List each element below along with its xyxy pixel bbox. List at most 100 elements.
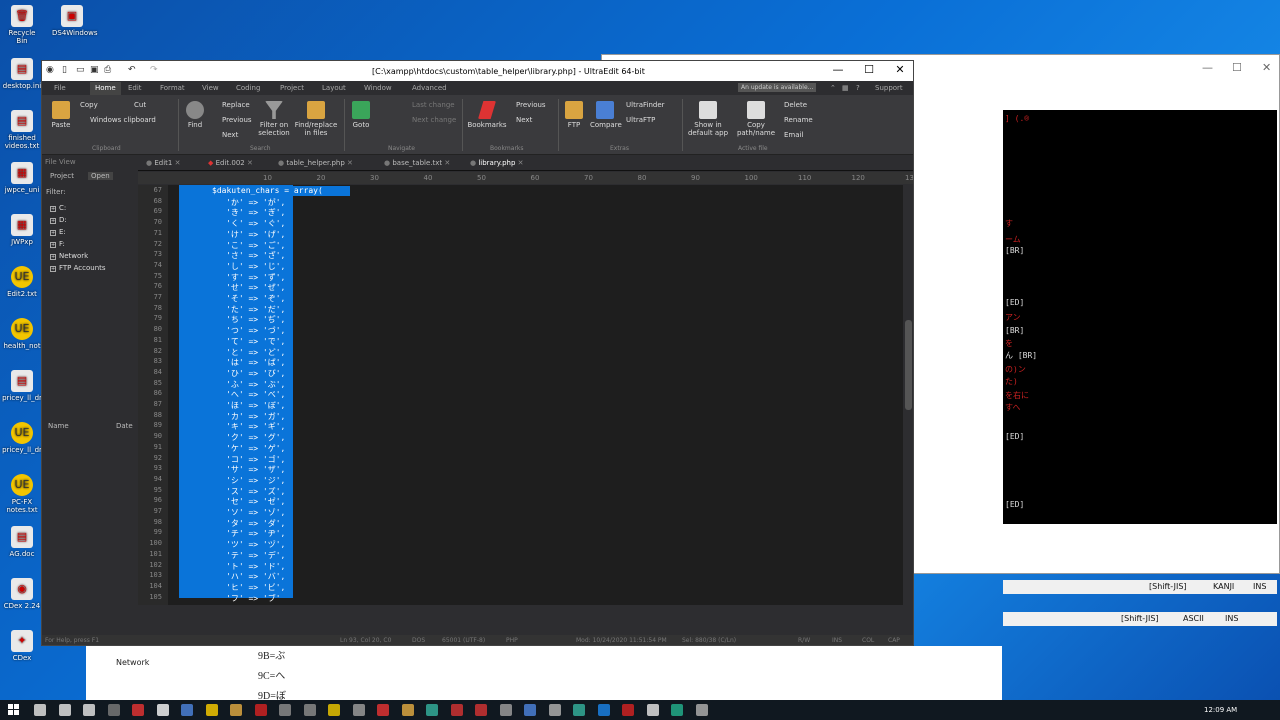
redo-icon[interactable]: ↷ (150, 65, 158, 75)
taskbar-app-icon[interactable] (377, 704, 389, 716)
tree-item[interactable]: + E: (50, 228, 66, 236)
tab-edit1[interactable]: ● Edit1 ✕ (146, 159, 180, 167)
windows-clipboard-button[interactable]: Windows clipboard (90, 116, 156, 124)
taskbar-clock[interactable]: 12:09 AM (1204, 706, 1237, 714)
vertical-scrollbar[interactable] (903, 185, 913, 613)
taskbar-app-icon[interactable] (230, 704, 242, 716)
taskbar-app-icon[interactable] (328, 704, 340, 716)
expand-icon[interactable]: + (50, 206, 56, 212)
close-tab-icon[interactable]: ✕ (345, 159, 353, 167)
minimize-button[interactable]: — (823, 63, 853, 76)
desktop-icon[interactable]: ▤ desktop.ini (2, 58, 42, 90)
status-position[interactable]: Ln 93, Col 20, C0 (340, 637, 391, 644)
taskbar-app-icon[interactable] (622, 704, 634, 716)
taskbar-app-icon[interactable] (58, 704, 71, 716)
close-tab-icon[interactable]: ✕ (245, 159, 253, 167)
taskbar-app-icon[interactable] (107, 704, 120, 716)
find-replace-in-files-button[interactable]: Find/replace in files (294, 101, 338, 137)
desktop-icon[interactable]: ▤ pricey_ll_dr (2, 370, 42, 402)
bookmark-previous-button[interactable]: Previous (516, 101, 546, 109)
menu-window[interactable]: Window (364, 84, 392, 92)
update-notice[interactable]: An update is available... (738, 83, 817, 92)
column-date[interactable]: Date (116, 422, 133, 430)
print-icon[interactable]: ⎙ (104, 65, 111, 75)
taskbar-app-icon[interactable] (279, 704, 291, 716)
menu-advanced[interactable]: Advanced (412, 84, 447, 92)
taskbar-app-icon[interactable] (524, 704, 536, 716)
support-menu[interactable]: Support (875, 84, 903, 92)
desktop-icon[interactable]: ▦ jwpce_uni (2, 162, 42, 194)
menu-edit[interactable]: Edit (128, 84, 142, 92)
status-col[interactable]: COL (862, 637, 874, 644)
desktop-icon[interactable]: UE Edit2.txt (2, 266, 42, 298)
replace-button[interactable]: Replace (222, 101, 250, 109)
open-folder-icon[interactable]: ▭ (76, 65, 85, 75)
close-tab-icon[interactable]: ✕ (172, 159, 181, 167)
bookmarks-button[interactable]: Bookmarks (466, 101, 508, 129)
panel-tab-project[interactable]: Project (50, 172, 74, 180)
ultraftp-button[interactable]: UltraFTP (626, 116, 655, 124)
cut-button[interactable]: Cut (134, 101, 146, 109)
status-encoding[interactable]: 65001 (UTF-8) (442, 637, 485, 644)
status-ins[interactable]: INS (832, 637, 842, 644)
code-editor[interactable]: $dakuten_chars = array( 'か' => 'が', 'き' =… (168, 185, 903, 605)
menu-file[interactable]: File (54, 84, 66, 92)
copy-path-button[interactable]: Copy path/name (734, 101, 778, 137)
desktop-icon[interactable]: UE pricey_ll_dr (2, 422, 42, 454)
compare-button[interactable]: Compare (590, 101, 622, 129)
taskbar-app-icon[interactable] (132, 704, 144, 716)
taskbar-app-icon[interactable] (499, 704, 512, 716)
maximize-button[interactable]: ☐ (854, 63, 884, 76)
layout-icon[interactable]: ▦ (842, 84, 849, 92)
save-icon[interactable]: ▣ (90, 65, 99, 75)
status-rw[interactable]: R/W (798, 637, 810, 644)
taskbar-app-icon[interactable] (475, 704, 487, 716)
desktop-icon[interactable]: ▣ DS4Windows (52, 5, 98, 37)
menu-view[interactable]: View (202, 84, 219, 92)
menu-format[interactable]: Format (160, 84, 185, 92)
chevron-up-icon[interactable]: ⌃ (830, 84, 836, 92)
expand-icon[interactable]: + (50, 254, 56, 260)
taskbar-app-icon[interactable] (254, 704, 267, 716)
help-icon[interactable]: ? (856, 84, 860, 92)
taskbar-app-icon[interactable] (34, 704, 46, 716)
find-previous-button[interactable]: Previous (222, 116, 252, 124)
ftp-button[interactable]: FTP (562, 101, 586, 129)
copy-button[interactable]: Copy (80, 101, 98, 109)
goto-button[interactable]: Goto (348, 101, 374, 129)
desktop-icon[interactable]: UE PC-FX notes.txt (2, 474, 42, 514)
tree-item[interactable]: + Network (50, 252, 88, 260)
undo-icon[interactable]: ↶ (128, 65, 136, 75)
desktop-icon[interactable]: ▤ finished videos.txt (2, 110, 42, 150)
paste-button[interactable]: Paste (48, 101, 74, 129)
filter-on-selection-button[interactable]: Filter on selection (256, 101, 292, 137)
desktop-icon[interactable]: ✦ CDex (2, 630, 42, 662)
last-change-button[interactable]: Last change (412, 101, 455, 109)
tree-item[interactable]: + C: (50, 204, 66, 212)
next-change-button[interactable]: Next change (412, 116, 456, 124)
tab-table-helper-php[interactable]: ● table_helper.php ✕ (278, 159, 353, 167)
tab-library-php[interactable]: ● library.php ✕ (470, 159, 524, 167)
expand-icon[interactable]: + (50, 242, 56, 248)
show-in-default-app-button[interactable]: Show in default app (686, 101, 730, 137)
network-nav-item[interactable]: Network (116, 658, 149, 667)
new-file-icon[interactable]: ▯ (62, 65, 67, 75)
menu-coding[interactable]: Coding (236, 84, 260, 92)
taskbar-app-icon[interactable] (83, 704, 95, 716)
close-tab-icon[interactable]: ✕ (515, 159, 524, 167)
taskbar-app-icon[interactable] (352, 704, 365, 716)
taskbar-app-icon[interactable] (573, 704, 585, 716)
menu-layout[interactable]: Layout (322, 84, 346, 92)
email-file-button[interactable]: Email (784, 131, 803, 139)
close-button[interactable]: ✕ (885, 63, 913, 76)
menu-project[interactable]: Project (280, 84, 304, 92)
taskbar-app-icon[interactable] (695, 704, 708, 716)
tree-item[interactable]: + F: (50, 240, 65, 248)
bookmark-next-button[interactable]: Next (516, 116, 532, 124)
find-button[interactable]: Find (182, 101, 208, 129)
taskbar-app-icon[interactable] (205, 704, 218, 716)
windows-start-icon[interactable] (8, 704, 20, 716)
tab-edit-002[interactable]: ◆ Edit.002 ✕ (208, 159, 253, 167)
desktop-icon[interactable]: ▦ JWPxp (2, 214, 42, 246)
rename-file-button[interactable]: Rename (784, 116, 813, 124)
